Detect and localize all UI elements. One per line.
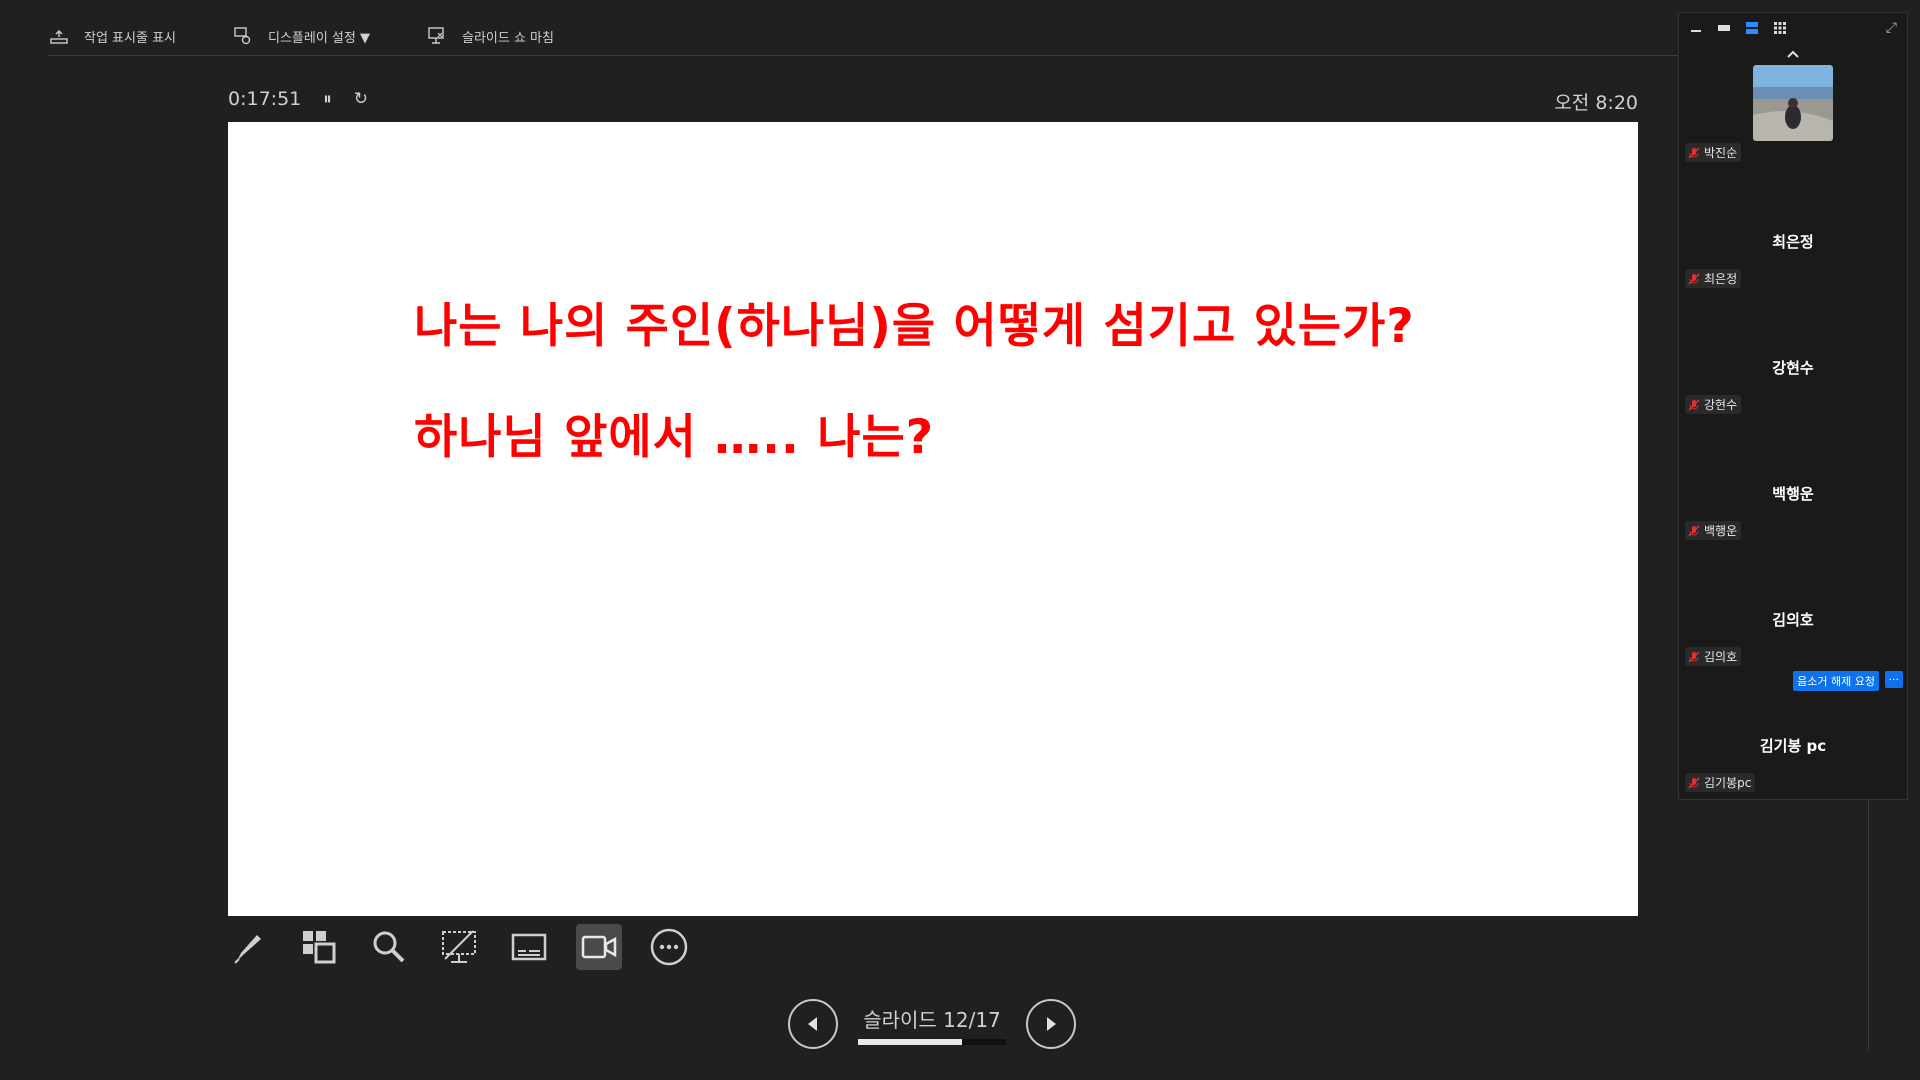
muted-mic-icon: [1688, 650, 1700, 663]
request-unmute-button[interactable]: 음소거 해제 요청: [1793, 671, 1879, 691]
participant-display-name: 백행운: [1772, 485, 1814, 503]
pen-icon: [234, 935, 261, 964]
participant-display-name: 김의호: [1772, 611, 1814, 629]
zoom-button[interactable]: [366, 924, 412, 970]
participant-name: 최은정: [1704, 272, 1738, 286]
reset-timer-button[interactable]: ↻: [354, 89, 368, 109]
video-thumbnail-image: [1753, 65, 1833, 141]
slide-counter: 슬라이드 12/17: [858, 1004, 1006, 1045]
scroll-up-button[interactable]: [1679, 43, 1907, 65]
muted-mic-icon: [1688, 524, 1700, 537]
more-options-button[interactable]: [646, 924, 692, 970]
participant-tile[interactable]: 박진순: [1679, 65, 1907, 191]
show-taskbar-label: 작업 표시줄 표시: [84, 30, 176, 46]
subtitles-button[interactable]: [506, 924, 552, 970]
slide-progress-bar: [858, 1038, 1006, 1045]
more-options-icon: [650, 928, 688, 966]
slide-text-line-1: 나는 나의 주인(하나님)을 어떻게 섬기고 있는가?: [414, 299, 1415, 354]
participant-name-tag: 김기봉pc: [1685, 773, 1756, 792]
participant-tile[interactable]: 김의호 김의호 음소거 해제 요청 ···: [1679, 569, 1907, 695]
slideshow-timer: 0:17:51 ⏸ ↻: [228, 88, 368, 110]
toolbar-divider: [48, 55, 1680, 56]
zoom-icon: [373, 931, 405, 963]
slide-navigation: 슬라이드 12/17: [788, 999, 1076, 1049]
display-settings-label: 디스플레이 설정 ▼: [268, 30, 370, 46]
chevron-up-icon: [1787, 50, 1799, 58]
end-slideshow-label: 슬라이드 쇼 마침: [461, 30, 554, 46]
participant-name-tag: 최은정: [1685, 269, 1742, 288]
current-time: 오전 8:20: [1554, 92, 1638, 114]
pen-tool-button[interactable]: [226, 924, 272, 970]
end-slideshow-icon: [428, 27, 444, 44]
single-view-icon: [1718, 25, 1730, 31]
presenter-toolbar: 작업 표시줄 표시 디스플레이 설정 ▼ 슬라이드 쇼 마침: [48, 16, 610, 56]
participant-name: 박진순: [1704, 146, 1738, 160]
muted-mic-icon: [1688, 146, 1700, 159]
laser-pointer-icon: [442, 930, 476, 963]
subtitles-icon: [511, 933, 547, 961]
participant-name: 김기봉pc: [1704, 776, 1752, 790]
single-view-button[interactable]: [1717, 22, 1731, 34]
participant-more-button[interactable]: ···: [1884, 671, 1903, 688]
participant-name-tag: 박진순: [1685, 143, 1742, 162]
participant-tile[interactable]: 강현수 강현수: [1679, 317, 1907, 443]
slide-progress-fill: [858, 1038, 963, 1045]
participant-display-name: 강현수: [1772, 359, 1814, 377]
strip-view-button[interactable]: [1745, 22, 1759, 34]
grid-view-button[interactable]: [1773, 22, 1787, 34]
participant-name-tag: 백행운: [1685, 521, 1742, 540]
camera-toggle-button[interactable]: [576, 924, 622, 970]
strip-view-icon: [1746, 22, 1758, 34]
taskbar-icon: [50, 30, 68, 44]
participant-tile[interactable]: 김기봉 pc 김기봉pc: [1679, 695, 1907, 821]
see-all-slides-button[interactable]: [296, 924, 342, 970]
next-slide-button[interactable]: [1026, 999, 1076, 1049]
display-settings-button[interactable]: 디스플레이 설정 ▼: [232, 25, 370, 47]
minimize-view-button[interactable]: [1689, 22, 1703, 34]
participant-name: 강현수: [1704, 398, 1738, 412]
end-slideshow-button[interactable]: 슬라이드 쇼 마침: [426, 25, 554, 47]
muted-mic-icon: [1688, 776, 1700, 789]
participant-display-name: 최은정: [1772, 233, 1814, 251]
presenter-tools: [226, 924, 692, 970]
show-taskbar-button[interactable]: 작업 표시줄 표시: [48, 25, 176, 47]
black-screen-button[interactable]: [436, 924, 482, 970]
muted-mic-icon: [1688, 398, 1700, 411]
pause-timer-button[interactable]: ⏸: [323, 89, 332, 109]
display-settings-icon: [234, 27, 251, 45]
participant-name: 백행운: [1704, 524, 1738, 538]
participant-tile[interactable]: 최은정 최은정: [1679, 191, 1907, 317]
participant-video: [1753, 65, 1833, 141]
arrow-left-icon: [808, 1017, 817, 1031]
muted-mic-icon: [1688, 272, 1700, 285]
participant-name: 김의호: [1704, 650, 1738, 664]
previous-slide-button[interactable]: [788, 999, 838, 1049]
slides-grid-icon: [303, 931, 336, 964]
grid-view-icon: [1774, 22, 1786, 34]
expand-icon[interactable]: ⤢: [1886, 20, 1897, 36]
participant-tile[interactable]: 백행운 백행운: [1679, 443, 1907, 569]
slide-counter-label: 슬라이드 12/17: [863, 1007, 1001, 1032]
elapsed-time: 0:17:51: [228, 88, 302, 110]
slide-text-line-2: 하나님 앞에서 ….. 나는?: [414, 410, 934, 465]
right-divider: [1868, 800, 1869, 1050]
panel-view-controls: ⤢: [1679, 13, 1907, 43]
current-slide: 나는 나의 주인(하나님)을 어떻게 섬기고 있는가? 하나님 앞에서 ….. …: [228, 122, 1638, 916]
participant-name-tag: 김의호: [1685, 647, 1742, 666]
presenter-view: 작업 표시줄 표시 디스플레이 설정 ▼ 슬라이드 쇼 마침 0:17:51 ⏸…: [0, 0, 1920, 1080]
arrow-right-icon: [1047, 1017, 1056, 1031]
minimize-icon: [1691, 30, 1701, 32]
camera-icon: [581, 935, 617, 959]
participant-display-name: 김기봉 pc: [1759, 737, 1827, 755]
participant-name-tag: 강현수: [1685, 395, 1742, 414]
participants-panel: ⤢ 박진순 최은정 최은정 강현수 강현수 백행운 백행운 김의호 김의호 음소…: [1678, 12, 1908, 800]
